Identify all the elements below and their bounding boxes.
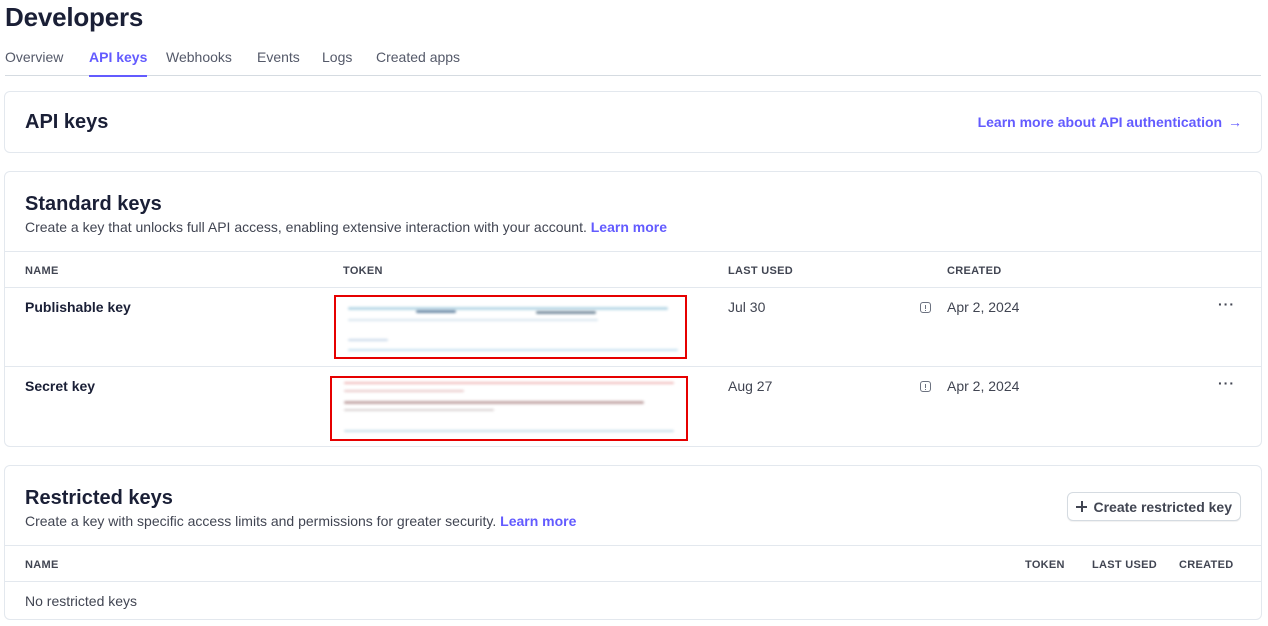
token-redacted[interactable] (334, 295, 687, 359)
page-title: Developers (5, 2, 144, 32)
arrow-right-icon: → (1228, 114, 1242, 130)
plus-icon (1076, 501, 1088, 512)
restricted-keys-description-text: Create a key with specific access limits… (25, 513, 497, 529)
column-header-token: TOKEN (1025, 559, 1065, 571)
token-redacted[interactable] (330, 376, 688, 441)
tab-api-keys[interactable]: API keys (89, 49, 148, 77)
created-date: Apr 2, 2024 (947, 378, 1020, 394)
tab-webhooks[interactable]: Webhooks (166, 49, 232, 76)
standard-keys-learn-more-link[interactable]: Learn more (591, 219, 667, 235)
divider (5, 545, 1261, 546)
create-restricted-key-button[interactable]: Create restricted key (1067, 492, 1241, 521)
standard-keys-description: Create a key that unlocks full API acces… (25, 219, 667, 235)
tab-events[interactable]: Events (257, 49, 300, 76)
created-date: Apr 2, 2024 (947, 299, 1020, 315)
info-icon[interactable] (920, 302, 931, 313)
divider (5, 287, 1261, 288)
restricted-keys-card: Restricted keys Create a key with specif… (4, 465, 1262, 620)
api-auth-link[interactable]: Learn more about API authentication → (978, 114, 1242, 130)
column-header-name: NAME (25, 559, 59, 571)
column-header-last-used: LAST USED (728, 265, 794, 277)
column-header-last-used: LAST USED (1092, 559, 1158, 571)
standard-keys-card: Standard keys Create a key that unlocks … (4, 171, 1262, 447)
tab-overview[interactable]: Overview (5, 49, 63, 76)
tab-logs[interactable]: Logs (322, 49, 352, 76)
divider (5, 366, 1261, 367)
create-restricted-key-label: Create restricted key (1093, 498, 1232, 515)
restricted-keys-heading: Restricted keys (25, 487, 173, 509)
key-name: Secret key (25, 378, 96, 394)
api-auth-link-label: Learn more about API authentication (977, 114, 1223, 130)
column-header-created: CREATED (947, 265, 1002, 277)
api-keys-header-card: API keys Learn more about API authentica… (4, 91, 1262, 153)
api-keys-heading: API keys (25, 111, 109, 133)
restricted-keys-description: Create a key with specific access limits… (25, 513, 576, 529)
info-icon[interactable] (920, 381, 931, 392)
divider (5, 581, 1261, 582)
more-options-icon[interactable]: ··· (1218, 375, 1235, 391)
empty-state-text: No restricted keys (25, 593, 138, 609)
standard-keys-description-text: Create a key that unlocks full API acces… (25, 219, 587, 235)
column-header-token: TOKEN (343, 265, 383, 277)
last-used: Aug 27 (728, 378, 773, 394)
divider (5, 251, 1261, 252)
tab-created-apps[interactable]: Created apps (376, 49, 460, 76)
column-header-name: NAME (25, 265, 59, 277)
standard-keys-heading: Standard keys (25, 193, 162, 215)
key-name: Publishable key (25, 299, 131, 315)
last-used: Jul 30 (728, 299, 766, 315)
restricted-keys-learn-more-link[interactable]: Learn more (500, 513, 576, 529)
column-header-created: CREATED (1179, 559, 1234, 571)
more-options-icon[interactable]: ··· (1218, 296, 1235, 312)
tab-bar: Overview API keys Webhooks Events Logs C… (5, 49, 1261, 77)
